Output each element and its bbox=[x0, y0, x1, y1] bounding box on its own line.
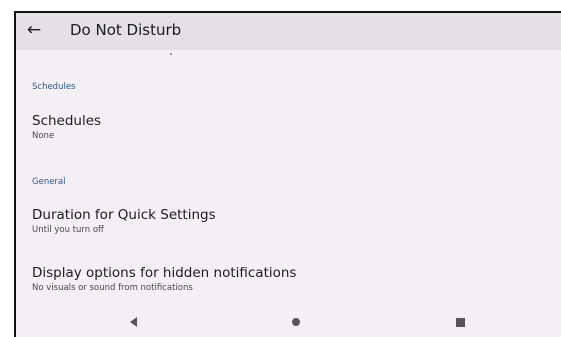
nav-back-icon[interactable] bbox=[121, 312, 145, 332]
app-bar: ← Do Not Disturb bbox=[16, 13, 561, 50]
system-nav-bar bbox=[16, 307, 561, 337]
schedules-item[interactable]: Schedules None bbox=[32, 113, 561, 142]
display-options-subtitle: No visuals or sound from notifications bbox=[32, 283, 193, 293]
schedules-title: Schedules bbox=[32, 113, 102, 129]
screen: ← Do Not Disturb Schedules Schedules Non… bbox=[14, 11, 561, 337]
page-title: Do Not Disturb bbox=[70, 21, 182, 39]
section-header-general: General bbox=[32, 177, 66, 187]
duration-quick-settings-item[interactable]: Duration for Quick Settings Until you tu… bbox=[32, 207, 561, 236]
display-options-item[interactable]: Display options for hidden notifications… bbox=[32, 265, 561, 294]
schedules-subtitle: None bbox=[32, 131, 55, 141]
back-arrow-icon[interactable]: ← bbox=[22, 18, 46, 42]
duration-subtitle: Until you turn off bbox=[32, 225, 104, 235]
nav-home-icon[interactable] bbox=[284, 312, 308, 332]
nav-recents-icon[interactable] bbox=[448, 312, 472, 332]
section-header-schedules: Schedules bbox=[32, 82, 76, 92]
duration-title: Duration for Quick Settings bbox=[32, 207, 216, 223]
settings-list[interactable]: Schedules Schedules None General Duratio… bbox=[16, 50, 561, 307]
scroll-indicator bbox=[170, 53, 172, 55]
display-options-title: Display options for hidden notifications bbox=[32, 265, 297, 281]
